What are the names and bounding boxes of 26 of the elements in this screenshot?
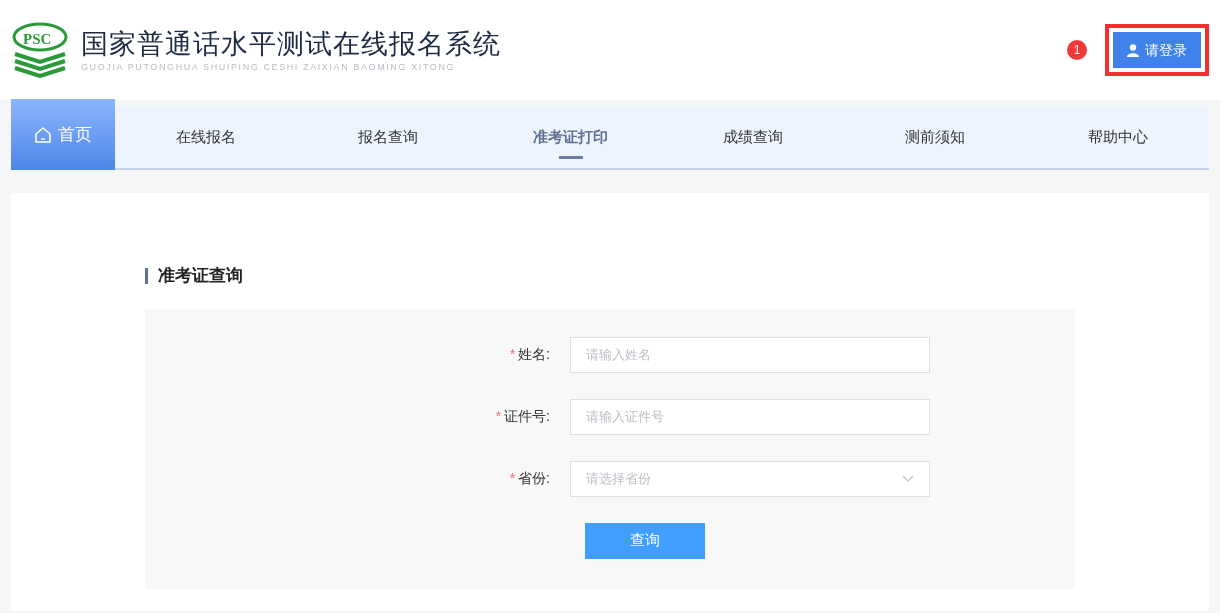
field-label: 姓名: <box>518 345 550 364</box>
nav-tab[interactable]: 在线报名 <box>115 106 298 168</box>
home-icon <box>34 125 52 144</box>
required-mark: * <box>509 469 516 488</box>
nav-tab[interactable]: 成绩查询 <box>662 106 845 168</box>
nav-tab[interactable]: 帮助中心 <box>1026 106 1209 168</box>
notification-badge[interactable]: 1 <box>1067 40 1087 60</box>
field-label: 省份: <box>518 469 550 488</box>
input-field[interactable]: 请输入证件号 <box>570 398 930 435</box>
psc-logo-icon <box>11 22 69 78</box>
login-button[interactable]: 请登录 <box>1105 24 1209 76</box>
logo-text: PSC <box>23 30 52 49</box>
input-field[interactable]: 请输入姓名 <box>570 336 930 373</box>
nav-tab[interactable]: 测前须知 <box>844 106 1027 168</box>
nav-tab[interactable]: 首页 <box>11 99 115 170</box>
nav-tab[interactable]: 准考证打印 <box>479 106 662 168</box>
section-title: 准考证查询 <box>158 265 243 287</box>
chevron-down-icon <box>902 475 914 482</box>
required-mark: * <box>509 345 516 364</box>
search-button[interactable]: 查询 <box>585 522 705 559</box>
site-subtitle: GUOJIA PUTONGHUA SHUIPING CESHI ZAIXIAN BAOMING XITONG <box>81 61 457 73</box>
site-title: 国家普通话水平测试在线报名系统 <box>81 27 501 61</box>
required-mark: * <box>495 407 502 426</box>
field-label: 证件号: <box>504 407 550 426</box>
nav-tab[interactable]: 报名查询 <box>297 106 480 168</box>
user-icon <box>1127 43 1139 57</box>
